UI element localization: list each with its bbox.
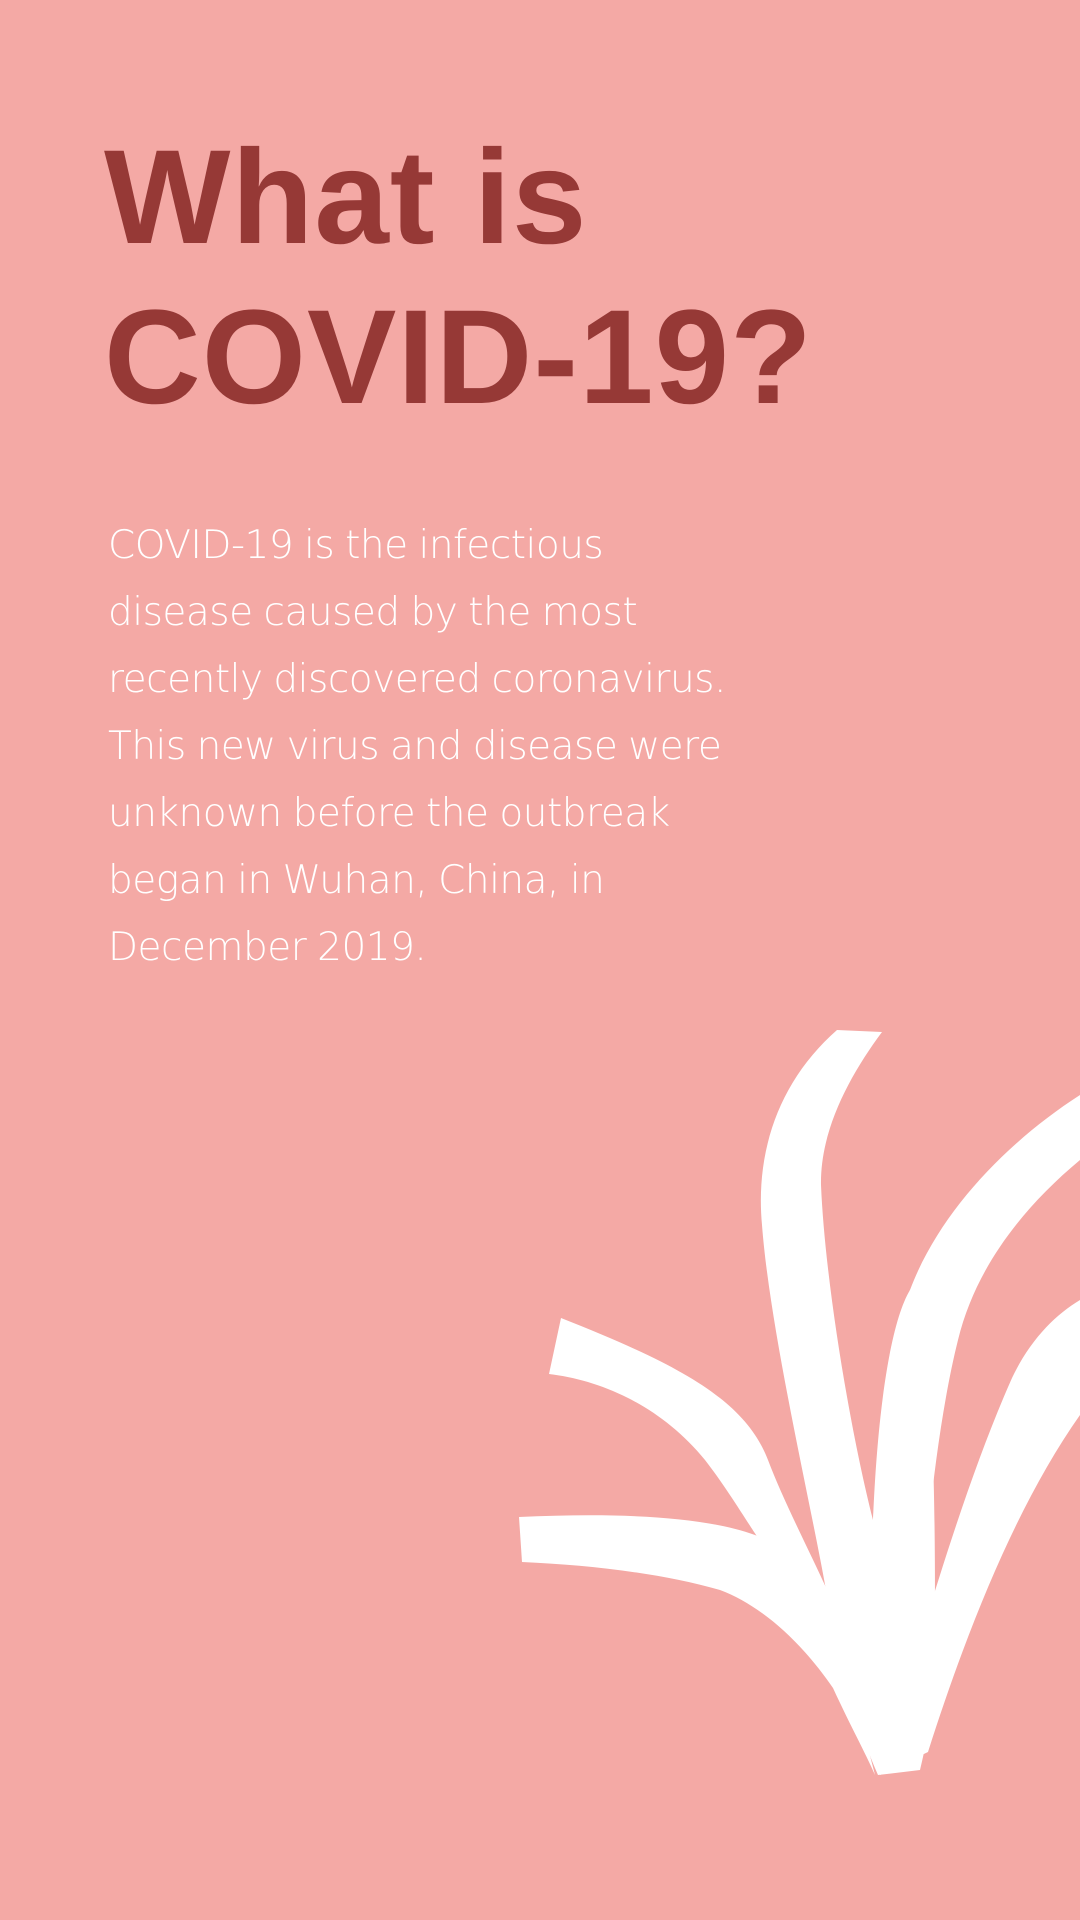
plant-leaves-icon	[519, 1030, 1080, 1775]
poster-canvas: What is COVID-19? COVID-19 is the infect…	[0, 0, 1080, 1920]
